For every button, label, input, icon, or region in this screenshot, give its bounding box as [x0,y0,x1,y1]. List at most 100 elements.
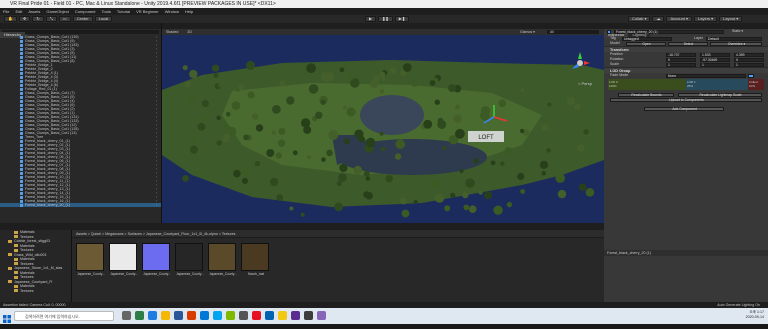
terrain-viewport[interactable]: LOFT < Persp [162,35,604,223]
object-name-field[interactable]: Forest_black_cherry_20 (1) [614,30,724,34]
rect-tool-button[interactable]: ▭ [58,16,71,22]
taskbar-app-icon[interactable] [174,311,183,320]
recalculate-bounds-button[interactable]: Recalculate Bounds [618,92,674,97]
model-open-button[interactable]: Open [626,41,666,46]
scale-y-field[interactable]: 1 [700,62,730,67]
shading-mode-dropdown[interactable]: Shaded [166,30,178,34]
tree [385,175,393,183]
asset-tile[interactable]: Nwork_mat [241,243,272,279]
asset-tile[interactable]: Japanese_Courty... [142,243,173,279]
taskbar-app-icon[interactable] [135,311,144,320]
scale-tool-button[interactable]: ⤡ [45,16,57,22]
tree [251,113,259,120]
taskbar-search-input[interactable]: 검색하려면 여기에 입력하십시오. [14,311,114,321]
lod1-segment[interactable]: LOD 1 25% [686,79,748,90]
layers-dropdown[interactable]: Layers ▾ [694,16,718,22]
menu-window[interactable]: Window [165,8,179,15]
fade-mode-dropdown[interactable]: None [666,73,746,78]
active-checkbox[interactable] [607,29,611,34]
asset-tile[interactable]: Japanese_Courty... [76,243,107,279]
collab-button[interactable]: Collab ▾ [628,16,651,22]
menu-gameobject[interactable]: GameObject [46,8,68,15]
taskbar-app-icon[interactable] [148,311,157,320]
menu-help[interactable]: Help [185,8,193,15]
move-tool-button[interactable]: ✥ [18,16,31,22]
hierarchy-item[interactable]: Forest_black_cherry_20_(1) › [0,203,161,207]
taskbar-app-icon[interactable] [161,311,170,320]
scene-view[interactable]: SceneGameAsset Store Shaded 2D Gizmos ▾ … [162,23,604,223]
pause-button[interactable]: ❚❚ [378,16,393,22]
position-y-field[interactable]: 1.533 [700,52,730,57]
taskbar-clock[interactable]: 오후 1:17 2020-09-14 [746,310,764,320]
persp-label[interactable]: < Persp [578,81,593,86]
menu-tools[interactable]: Tools [102,8,111,15]
scene-search-input[interactable]: All [547,30,599,34]
project-folder[interactable]: Textures [0,289,71,294]
scale-x-field[interactable]: 1 [666,62,696,67]
status-text[interactable]: Assertion failed: Camera Cull: 0, 00000 [3,303,66,307]
taskbar-app-icon[interactable] [291,311,300,320]
hand-tool-button[interactable]: ✋ [4,16,17,22]
object-header: Forest_black_cherry_20 (1) Static ▾ [604,29,768,36]
windows-start-icon[interactable] [2,311,12,323]
tree [246,60,255,70]
taskbar-app-icon[interactable] [213,311,222,320]
account-dropdown[interactable]: Account ▾ [666,16,693,22]
scale-z-field[interactable]: 1 [734,62,764,67]
lod-bar[interactable]: LOD 0 100% LOD 1 25% Culled 10% [608,79,764,90]
rotation-z-field[interactable]: 0 [734,57,764,62]
position-x-field[interactable]: -18.707 [666,52,696,57]
asset-tile[interactable]: Japanese_Courty... [175,243,206,279]
menu-vr-beginner[interactable]: VR Beginner [136,8,159,15]
layer-dropdown[interactable]: Default [706,36,762,41]
pivot-center-button[interactable]: Center [72,16,93,22]
preview-header[interactable]: Forest_black_cherry_20 (1) [604,250,768,256]
tree [379,89,384,94]
taskbar-app-icon[interactable] [226,311,235,320]
upload-components-button[interactable]: Upload to Components [610,97,762,102]
taskbar-app-icon[interactable] [187,311,196,320]
add-component-button[interactable]: Add Component [644,106,724,111]
taskbar-app-icon[interactable] [252,311,261,320]
static-dropdown[interactable]: Static ▾ [732,29,743,34]
breadcrumb[interactable]: Assets > Quixel > Megascans > Surfaces >… [72,230,604,238]
tag-dropdown[interactable]: Untagged [622,36,672,41]
asset-tile[interactable]: Japanese_Courty... [109,243,140,279]
taskbar-app-icon[interactable] [200,311,209,320]
tree [498,99,507,108]
position-z-field[interactable]: 4.359 [734,52,764,57]
rotation-y-field[interactable]: -97.30469 [700,57,730,62]
culled-segment[interactable]: Culled 10% [748,79,764,90]
asset-tile[interactable]: Japanese_Courty... [208,243,239,279]
step-button[interactable]: ▶❚ [394,16,410,22]
chevron-right-icon[interactable]: › [156,203,157,207]
model-select-button[interactable]: Select [668,41,708,46]
model-overrides-button[interactable]: Overrides ▾ [710,41,762,46]
play-button[interactable]: ▶ [365,16,377,22]
rotate-tool-button[interactable]: ↻ [32,16,44,22]
fade-mode-toggle[interactable] [748,73,754,78]
2d-toggle[interactable]: 2D [187,30,192,34]
layout-dropdown[interactable]: Layout ▾ [719,16,743,22]
lod0-segment[interactable]: LOD 0 100% [608,79,686,90]
tree [336,181,342,187]
taskbar-app-icon[interactable] [278,311,287,320]
taskbar-app-icon[interactable] [122,311,131,320]
hierarchy-search-input[interactable] [2,30,159,34]
pivot-local-button[interactable]: Local [94,16,113,22]
menu-component[interactable]: Component [75,8,96,15]
taskbar-app-icon[interactable] [239,311,248,320]
menu-tutorial[interactable]: Tutorial [117,8,130,15]
tree [539,160,549,169]
tree [255,124,264,132]
cloud-icon[interactable]: ☁ [652,16,665,22]
menu-file[interactable]: File [3,8,9,15]
menu-assets[interactable]: Assets [28,8,40,15]
taskbar-app-icon[interactable] [265,311,274,320]
folder-icon [8,280,12,284]
menu-edit[interactable]: Edit [15,8,22,15]
taskbar-app-icon[interactable] [304,311,313,320]
rotation-x-field[interactable]: 0 [666,57,696,62]
taskbar-app-icon[interactable] [317,311,326,320]
recalculate-lightmap-button[interactable]: Recalculate Lightmap Scale [678,92,762,97]
